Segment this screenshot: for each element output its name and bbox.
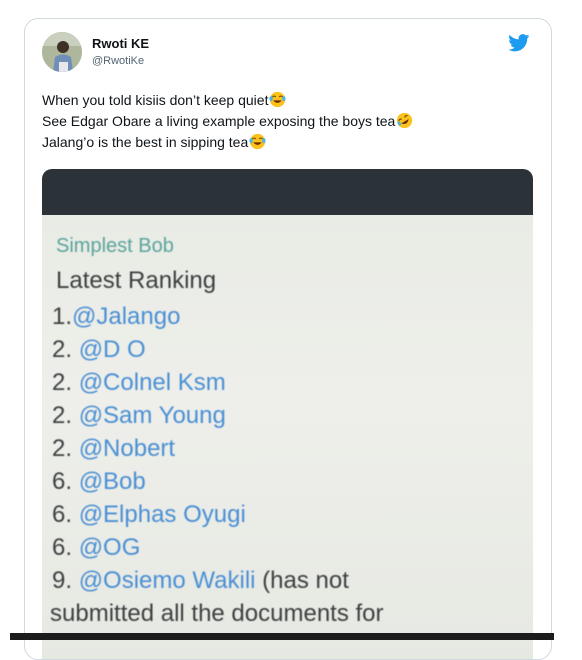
- rank-handle: @Jalango: [72, 303, 181, 330]
- rank-handle: @Elphas Oyugi: [78, 501, 246, 528]
- rank-handle: @Osiemo Wakili: [78, 567, 256, 594]
- attached-photo[interactable]: Simplest Bob Latest Ranking 1.@Jalango 2.…: [42, 169, 533, 659]
- rank-handle: @D O: [78, 336, 146, 363]
- phone-top-bar: [42, 169, 533, 215]
- tears-of-joy-emoji-icon: [269, 91, 287, 108]
- ranking-item: 1.@Jalango: [52, 300, 349, 333]
- rank-number: 6.: [52, 468, 79, 495]
- ranking-item: 2. @Nobert: [52, 432, 349, 465]
- ranking-item: 6. @OG: [52, 531, 349, 564]
- avatar[interactable]: [42, 32, 82, 72]
- author-name[interactable]: Rwoti KE: [92, 36, 149, 51]
- ranking-list: 1.@Jalango 2. @D O 2. @Colnel Ksm 2. @Sam Y…: [52, 300, 349, 597]
- rank-handle: @Colnel Ksm: [78, 369, 226, 396]
- author-handle[interactable]: @RwotiKe: [92, 55, 144, 67]
- rank-handle: @Sam Young: [78, 402, 226, 429]
- ranking-item: 2. @Colnel Ksm: [52, 366, 349, 399]
- ranking-item: 2. @Sam Young: [52, 399, 349, 432]
- tweet-line-text: Jalang’o is the best in sipping tea: [42, 134, 249, 150]
- ranking-heading: Latest Ranking: [56, 267, 217, 294]
- rank-handle: @Nobert: [78, 435, 176, 462]
- rank-number: 2.: [52, 336, 79, 363]
- bottom-divider: [10, 633, 554, 640]
- tweet-line: Jalang’o is the best in sipping tea: [42, 132, 542, 153]
- tweet-text: When you told kisiis don’t keep quiet Se…: [42, 90, 542, 153]
- tweet-line: See Edgar Obare a living example exposin…: [42, 111, 542, 132]
- ranking-item: 6. @Elphas Oyugi: [52, 498, 349, 531]
- rank-note: (has not: [255, 567, 349, 594]
- message-sender: Simplest Bob: [56, 235, 174, 257]
- rank-number: 6.: [52, 501, 79, 528]
- rank-number: 2.: [52, 369, 79, 396]
- tweet-line: When you told kisiis don’t keep quiet: [42, 90, 542, 111]
- rank-number: 9.: [52, 567, 79, 594]
- tweet-line-text: When you told kisiis don’t keep quiet: [42, 92, 269, 108]
- ranking-item: 9. @Osiemo Wakili (has not: [52, 564, 349, 597]
- rank-number: 2.: [52, 435, 79, 462]
- rank-number: 1.: [52, 303, 73, 330]
- rolling-laughing-emoji-icon: [397, 112, 413, 129]
- tears-of-joy-emoji-icon: [249, 133, 266, 150]
- ranking-item: 2. @D O: [52, 333, 349, 366]
- rank-number: 2.: [52, 402, 79, 429]
- rank-number: 6.: [52, 534, 79, 561]
- tweet-line-text: See Edgar Obare a living example exposin…: [42, 113, 396, 129]
- twitter-bird-icon[interactable]: [508, 34, 530, 52]
- rank-handle: @Bob: [78, 468, 146, 495]
- ranking-item: 6. @Bob: [52, 465, 349, 498]
- tweet-card: Rwoti KE @RwotiKe When you told kisiis d…: [24, 18, 552, 660]
- ranking-continuation: submitted all the documents for: [50, 600, 384, 627]
- rank-handle: @OG: [78, 534, 141, 561]
